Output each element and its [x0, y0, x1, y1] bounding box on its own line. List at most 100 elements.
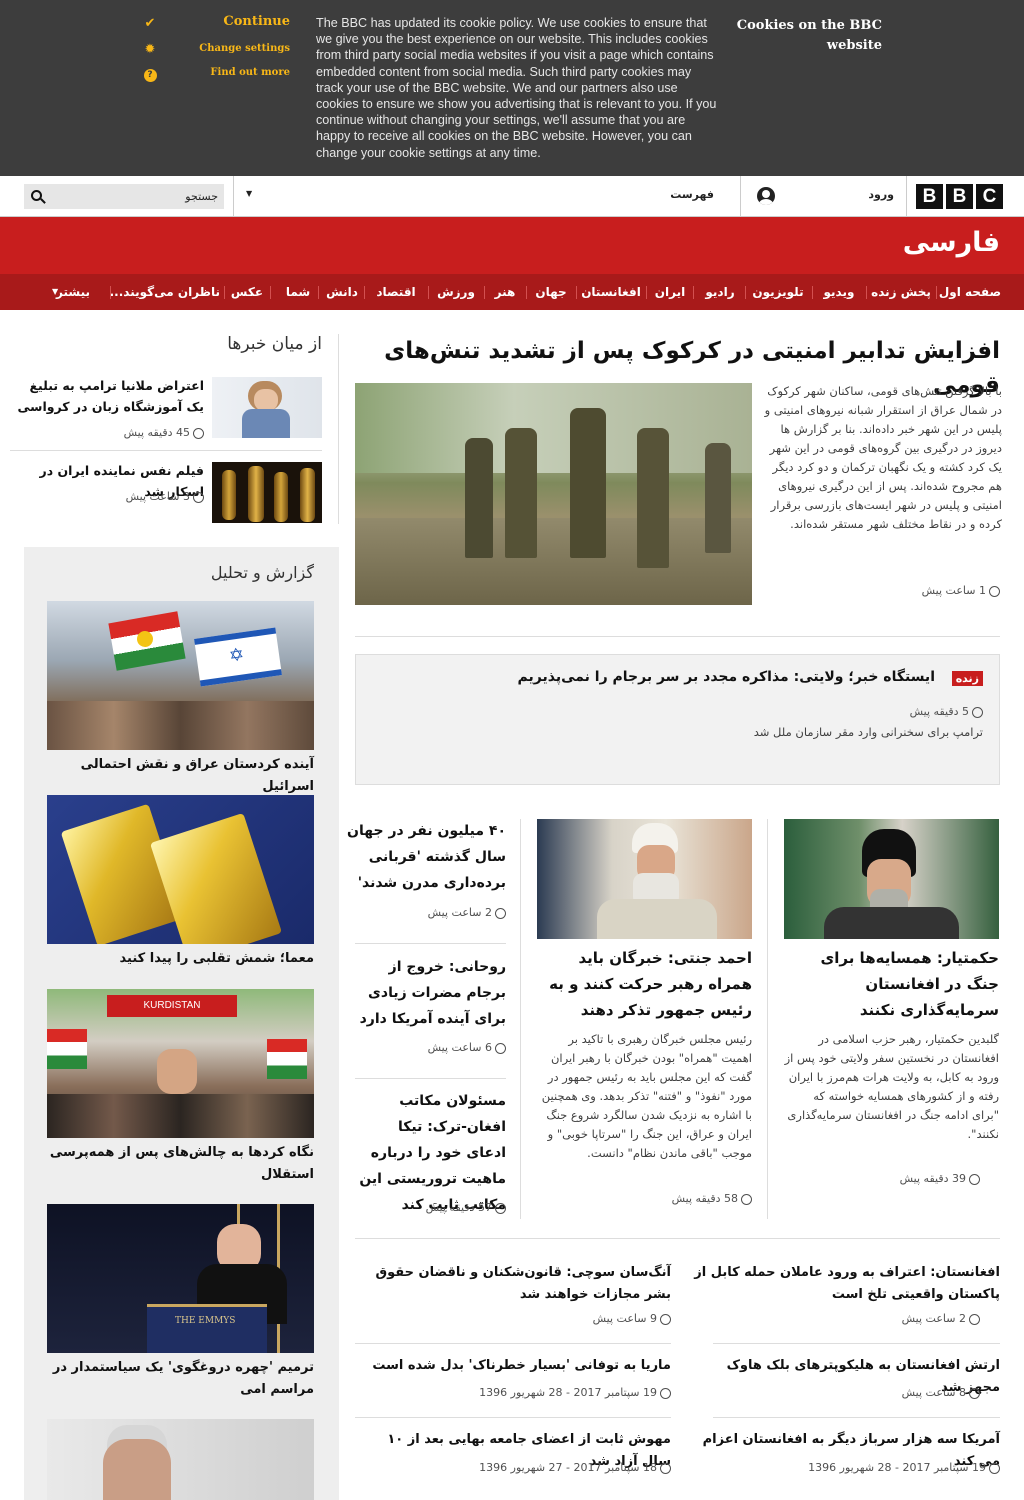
- user-icon: [757, 187, 775, 205]
- clock-icon: [495, 1202, 506, 1214]
- divider: [355, 1417, 671, 1418]
- nav-item-economy[interactable]: اقتصاد: [366, 274, 426, 310]
- analysis-photo[interactable]: [47, 795, 314, 944]
- list-item-headline[interactable]: افغانستان: اعتراف به ورود عاملان حمله کا…: [690, 1262, 1000, 1306]
- live-timestamp: 5 دقیقه پیش: [783, 705, 983, 718]
- story-summary: رئیس مجلس خبرگان رهبری با تاکید بر اهمیت…: [541, 1032, 752, 1160]
- analysis-item-headline[interactable]: معما؛ شمش تقلبی را پیدا کنید: [34, 948, 314, 970]
- divider: [740, 176, 741, 216]
- signin-link[interactable]: ورود: [744, 176, 904, 216]
- analysis-photo[interactable]: [47, 1419, 314, 1500]
- list-item-headline[interactable]: ماریا به توفانی 'بسیار خطرناک' بدل شده ا…: [355, 1355, 671, 1377]
- menu-button[interactable]: فهرست ▼: [236, 176, 738, 216]
- live-badge: زنده: [951, 671, 983, 686]
- nav-item-afghanistan[interactable]: افغانستان: [578, 274, 644, 310]
- bbc-logo-letter: C: [976, 184, 1003, 209]
- list-item-timestamp: 2 ساعت پیش: [880, 1312, 980, 1325]
- story-photo[interactable]: [537, 819, 752, 939]
- small-story-timestamp: 2 ساعت پیش: [406, 906, 506, 919]
- sidebar-item-photo[interactable]: [212, 462, 322, 523]
- top-bar: B B C ورود فهرست ▼: [0, 176, 1024, 217]
- analysis-item-headline[interactable]: آینده کردستان عراق و نقش احتمالی اسرائیل: [34, 754, 314, 798]
- live-headline[interactable]: ایستگاه خبر؛ ولایتی: مذاکره مجدد بر سر ب…: [435, 669, 935, 685]
- site-title[interactable]: فارسی: [903, 227, 1000, 258]
- help-icon: ?: [140, 64, 160, 84]
- clock-icon: [969, 1313, 980, 1325]
- story-headline[interactable]: حکمتیار: همسایه‌ها برای جنگ در افغانستان…: [784, 945, 999, 1023]
- divider: [355, 1238, 1000, 1239]
- divider: [355, 1078, 506, 1079]
- analysis-item-headline[interactable]: نگاه کردها به چالش‌های پس از همه‌پرسی اس…: [34, 1142, 314, 1186]
- clock-icon: [193, 427, 204, 439]
- clock-icon: [660, 1313, 671, 1325]
- nav-item-sport[interactable]: ورزش: [430, 274, 482, 310]
- divider: [906, 176, 907, 216]
- clock-icon: [969, 1387, 980, 1399]
- nav-item-arts[interactable]: هنر: [486, 274, 524, 310]
- sidebar-heading: از میان خبرها: [227, 334, 322, 354]
- small-story-timestamp: 57 دقیقه پیش: [406, 1201, 506, 1214]
- nav-item-tv[interactable]: تلویزیون: [746, 274, 810, 310]
- analysis-item-headline[interactable]: ترمیم 'چهره دروغگوی' یک سیاستمدار در مرا…: [34, 1357, 314, 1401]
- find-out-more-link[interactable]: ? Find out more: [140, 64, 290, 84]
- nav-item-world[interactable]: جهان: [528, 274, 574, 310]
- bbc-logo[interactable]: B B C: [916, 184, 1003, 209]
- clock-icon: [660, 1387, 671, 1399]
- nav-item-science[interactable]: دانش: [320, 274, 364, 310]
- divider: [713, 1417, 1000, 1418]
- search-input[interactable]: [48, 184, 224, 209]
- clock-icon: [972, 706, 983, 718]
- cookie-banner: ✔ Continue ✹ Change settings ? Find out …: [0, 0, 1024, 176]
- analysis-panel: گزارش و تحلیل ✡ آینده کردستان عراق و نقش…: [24, 547, 339, 1500]
- change-settings-link[interactable]: ✹ Change settings: [140, 40, 290, 60]
- live-subheadline[interactable]: ترامپ برای سخنرانی وارد مقر سازمان ملل ش…: [583, 725, 983, 739]
- clock-icon: [660, 1462, 671, 1474]
- clock-icon: [495, 907, 506, 919]
- sidebar-item-headline[interactable]: اعتراض ملانیا ترامپ به تبلیغ یک آموزشگاه…: [10, 375, 205, 417]
- divider: [355, 636, 1000, 637]
- nav-item-live[interactable]: پخش زنده: [867, 274, 935, 310]
- chevron-down-icon: ▼: [52, 287, 59, 296]
- cookie-text: The BBC has updated its cookie policy. W…: [316, 16, 717, 160]
- analysis-photo[interactable]: THE EMMYS: [47, 1204, 314, 1353]
- small-story-timestamp: 6 ساعت پیش: [406, 1041, 506, 1054]
- story-timestamp: 39 دقیقه پیش: [880, 1172, 980, 1185]
- story-summary: گلبدین حکمتیار، رهبر حزب اسلامی در افغان…: [784, 1032, 999, 1141]
- story-photo[interactable]: [784, 819, 999, 939]
- lead-timestamp: 1 ساعت پیش: [900, 584, 1000, 597]
- site-header: فارسی: [0, 217, 1024, 274]
- small-story-headline[interactable]: ۴۰ میلیون نفر در جهان سال گذشته 'قربانی …: [340, 818, 506, 896]
- nav-item-photos[interactable]: عکس: [226, 274, 268, 310]
- nav-item-video[interactable]: ویدیو: [814, 274, 864, 310]
- lead-photo[interactable]: [355, 383, 752, 605]
- list-item-timestamp: 19 سپتامبر 2017 - 28 شهریور 1396: [780, 1461, 1000, 1474]
- divider: [713, 1343, 1000, 1344]
- continue-button[interactable]: ✔ Continue: [140, 14, 290, 34]
- nav-item-radio[interactable]: رادیو: [696, 274, 744, 310]
- divider: [520, 819, 521, 1219]
- story-headline[interactable]: احمد جنتی: خبرگان باید همراه رهبر حرکت ک…: [537, 945, 752, 1023]
- nav-item-home[interactable]: صفحه اول: [936, 274, 1004, 310]
- list-item-headline[interactable]: آنگ‌سان سوچی: قانون‌شکنان و ناقضان حقوق …: [355, 1262, 671, 1306]
- lead-summary: با بالا گرفتن تنش‌های قومی، ساکنان شهر ک…: [764, 384, 1002, 531]
- sidebar-item-photo[interactable]: [212, 377, 322, 438]
- nav-item-observers[interactable]: ناظران می‌گویند...: [110, 274, 220, 310]
- clock-icon: [969, 1173, 980, 1185]
- clock-icon: [989, 1462, 1000, 1474]
- search-box: [24, 184, 224, 209]
- small-story-headline[interactable]: روحانی: خروج از برجام مضرات زیادی برای آ…: [355, 954, 506, 1032]
- nav-item-you[interactable]: شما: [280, 274, 316, 310]
- divider: [355, 943, 506, 944]
- nav-item-iran[interactable]: ایران: [648, 274, 692, 310]
- analysis-heading: گزارش و تحلیل: [210, 563, 314, 582]
- list-item-timestamp: 8 ساعت پیش: [880, 1386, 980, 1399]
- checkmark-icon: ✔: [144, 16, 156, 31]
- sidebar-item-timestamp: 3 ساعت پیش: [104, 490, 204, 503]
- main-nav: صفحه اول پخش زنده ویدیو تلویزیون رادیو ا…: [0, 274, 1024, 310]
- list-item-timestamp: 19 سپتامبر 2017 - 28 شهریور 1396: [451, 1386, 671, 1399]
- search-icon[interactable]: [30, 189, 46, 205]
- analysis-photo[interactable]: ✡: [47, 601, 314, 750]
- small-story-headline[interactable]: مسئولان مکاتب افغان-ترک: تیکا ادعای خود …: [355, 1088, 506, 1218]
- analysis-photo[interactable]: KURDISTAN: [47, 989, 314, 1138]
- sidebar-item-timestamp: 45 دقیقه پیش: [104, 426, 204, 439]
